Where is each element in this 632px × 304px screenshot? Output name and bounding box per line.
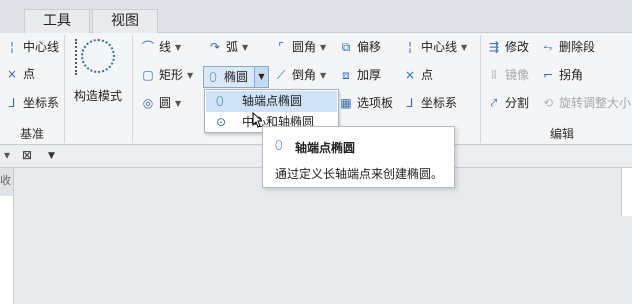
chevron-down-icon[interactable]: ▼ [175,38,181,58]
coordinate-system-icon: ⅃ [8,96,16,110]
datum-coordinate-system-button[interactable]: ⅃ 坐标系 [4,93,59,113]
mouse-cursor-icon [252,112,262,128]
thicken-icon: ⧈ [342,68,350,82]
modify-icon: ⇶ [488,40,500,54]
chevron-down-icon[interactable]: ▼ [320,38,326,58]
ellipse-dropdown-arrow[interactable]: ▼ [254,67,268,87]
chevron-down-icon[interactable]: ▼ [320,66,326,86]
line-button[interactable]: ⌒ 线 ▼ [140,37,181,57]
line-icon: ⌒ [141,40,154,54]
rotate-resize-icon: ⟲ [542,96,554,110]
offset-button[interactable]: ⧉ 偏移 [338,37,381,57]
modify-button[interactable]: ⇶ 修改 [486,37,529,57]
fillet-button[interactable]: ⌜ 圆角 ▼ [273,37,326,57]
circle-button[interactable]: ◎ 圆 ▼ [140,93,181,113]
fillet-icon: ⌜ [278,40,284,54]
palette-icon: ▦ [340,96,352,110]
corner-icon: ⌐ [542,68,554,82]
panel-dropdown-icon[interactable]: ▾ [4,148,10,162]
rotate-resize-button: ⟲ 旋转调整大小 [540,93,631,113]
group-divider [132,35,133,143]
arc-button[interactable]: ↷ 弧 ▼ [207,37,248,57]
construction-mode-button[interactable]: 构造模式 [70,37,126,107]
point-icon: × [404,68,416,82]
ellipse-button[interactable]: ⬯ 椭圆 [205,67,248,87]
datum-point-button[interactable]: × 点 [4,64,35,84]
tab-view[interactable]: 视图 [92,9,158,33]
tab-tools[interactable]: 工具 [24,9,90,33]
sketch-coordinate-system-button[interactable]: ⅃ 坐标系 [402,93,457,113]
ellipse-split-button[interactable]: ⬯ 椭圆 ▼ [203,66,269,88]
axis-ends-ellipse-icon: ⬯ [275,138,283,152]
tooltip-title: 轴端点椭圆 [295,141,356,155]
filter-icon[interactable]: ▼ [48,151,55,161]
close-icon[interactable]: ⊠ [22,148,32,162]
panel-body [0,196,13,304]
tooltip-description: 通过定义长轴端点来创建椭圆。 [275,167,444,181]
datum-centerline-button[interactable]: ¦ 中心线 [4,37,59,57]
point-icon: × [6,67,18,81]
chevron-down-icon[interactable]: ▼ [175,94,181,114]
tooltip: ⬯ 轴端点椭圆 通过定义长轴端点来创建椭圆。 [262,126,455,188]
delete-segment-icon: ⥊ [543,40,553,54]
mirror-button: ⫴ 镜像 [486,65,529,85]
palette-button[interactable]: ▦ 选项板 [338,93,393,113]
chevron-down-icon[interactable]: ▼ [461,38,467,58]
center-axis-ellipse-icon: ⊙ [216,115,227,129]
ellipse-icon: ⬯ [209,70,217,84]
sketch-centerline-button[interactable]: ¦ 中心线 ▼ [402,37,467,57]
group-label-edit: 编辑 [549,127,574,141]
offset-icon: ⧉ [341,40,351,54]
divide-icon: ⤤ [490,96,498,110]
group-label-datum: 基准 [19,127,44,141]
chamfer-icon: ⟋ [276,68,286,82]
menu-item-axis-ends-ellipse[interactable]: ⬯ 轴端点椭圆 [206,91,337,112]
divide-button[interactable]: ⤤ 分割 [486,93,529,113]
tab-hidden-left[interactable] [0,9,24,33]
group-divider [64,35,65,143]
panel-column-tab[interactable]: 收 [0,172,14,192]
chamfer-button[interactable]: ⟋ 倒角 ▼ [273,65,326,85]
group-divider [480,35,481,143]
construction-mode-icon [75,39,115,75]
arc-icon: ↷ [209,40,221,54]
circle-icon: ◎ [142,96,154,110]
centerline-icon: ¦ [9,40,15,54]
ribbon-tab-bar: 工具 视图 [0,0,632,33]
coordinate-system-icon: ⅃ [406,96,414,110]
delete-segment-button[interactable]: ⥊ 删除段 [540,37,595,57]
left-panel: 收 [0,168,14,304]
corner-button[interactable]: ⌐ 拐角 [540,65,583,85]
rectangle-icon: ▢ [142,68,154,82]
chevron-down-icon[interactable]: ▼ [187,66,193,86]
rectangle-button[interactable]: ▢ 矩形 ▼ [140,65,193,85]
thicken-button[interactable]: ⧈ 加厚 [338,65,381,85]
centerline-icon: ¦ [407,40,413,54]
scrollbar[interactable] [621,168,632,216]
chevron-down-icon[interactable]: ▼ [242,38,248,58]
axis-ends-ellipse-icon: ⬯ [216,94,224,108]
sketch-point-button[interactable]: × 点 [402,65,433,85]
mirror-icon: ⫴ [491,68,497,82]
